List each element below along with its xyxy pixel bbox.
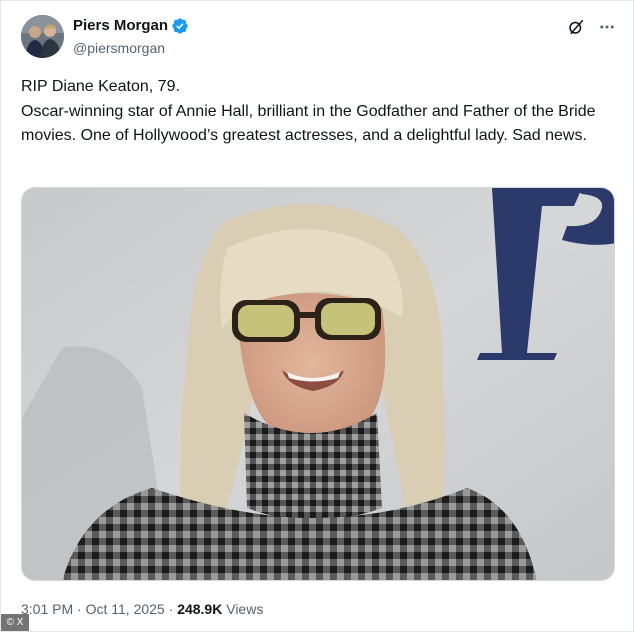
photo-image [22,188,614,580]
meta-separator: · [168,601,174,617]
author-names: Piers Morgan @piersmorgan [73,17,189,56]
display-name[interactable]: Piers Morgan [73,17,168,35]
credit-badge: © X [1,614,29,631]
tweet-header: Piers Morgan @piersmorgan [21,15,617,59]
tweet-text: RIP Diane Keaton, 79. Oscar-winning star… [21,75,617,149]
meta-separator: · [77,601,82,617]
verified-badge-icon [172,18,188,34]
avatar-photo [21,15,64,58]
tweet-photo[interactable] [21,187,615,581]
grok-icon[interactable] [567,18,585,36]
tweet-text-line-1: RIP Diane Keaton, 79. [21,78,180,95]
tweet-meta: 3:01 PM · Oct 11, 2025 · 248.9K Views [21,600,263,618]
views-label: Views [226,601,264,617]
tweet-date[interactable]: Oct 11, 2025 [86,601,165,617]
tweet-card: Piers Morgan @piersmorgan RIP Diane Keat… [0,0,634,632]
author-handle[interactable]: @piersmorgan [73,40,189,56]
avatar[interactable] [21,15,64,58]
tweet-text-line-2: Oscar-winning star of Annie Hall, brilli… [21,102,596,145]
views-count: 248.9K [177,601,223,617]
more-icon[interactable] [597,18,617,36]
